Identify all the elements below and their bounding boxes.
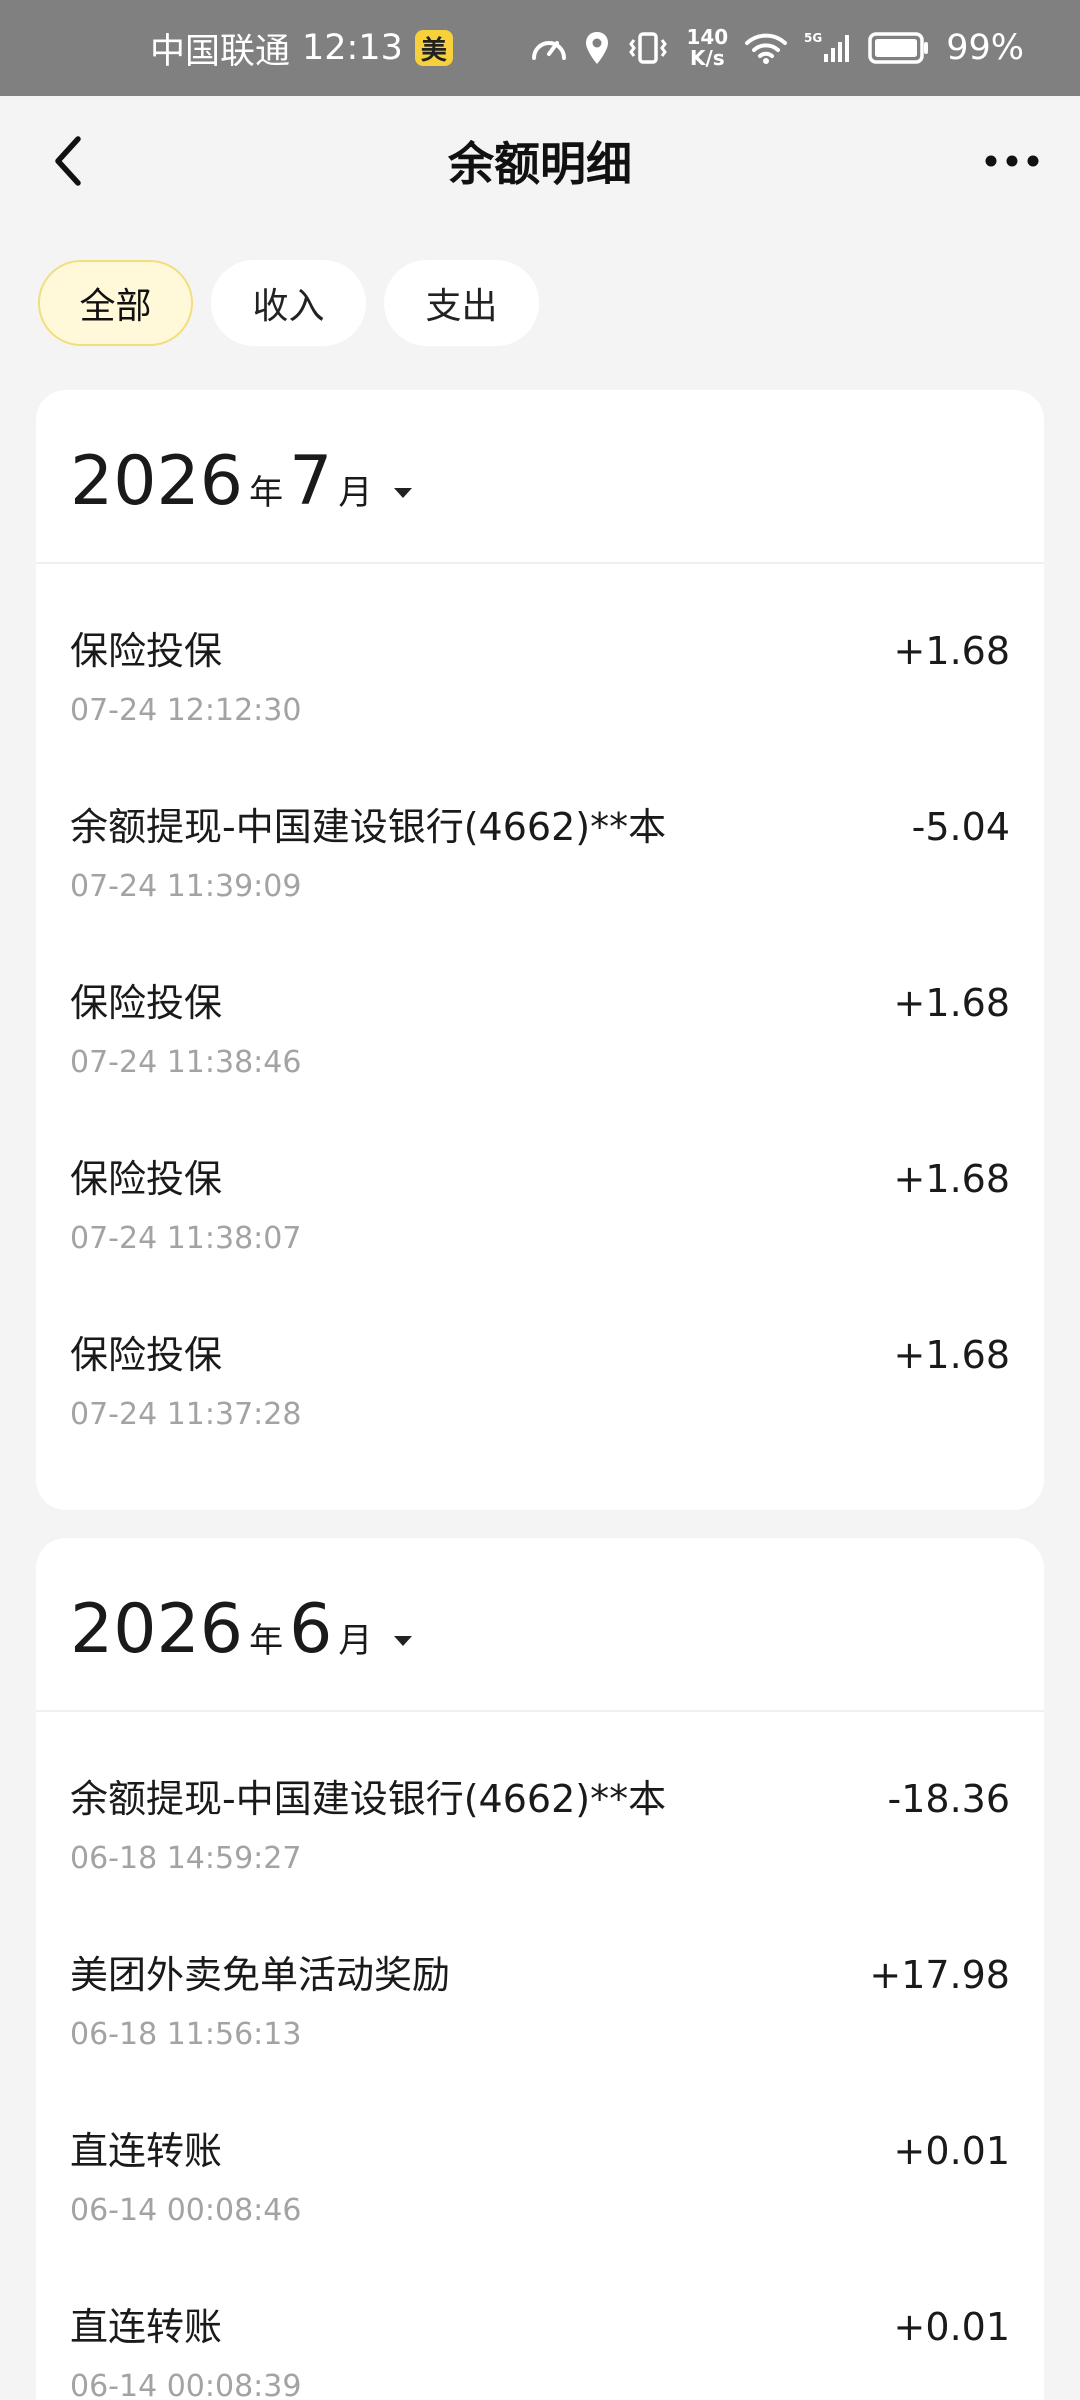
wifi-icon xyxy=(744,31,788,65)
back-button[interactable] xyxy=(38,131,98,191)
caret-down-icon xyxy=(392,1634,414,1648)
chevron-left-icon xyxy=(55,136,81,186)
transaction-amount: +0.01 xyxy=(893,2305,1010,2349)
transaction-row[interactable]: 保险投保 07-24 12:12:30 +1.68 xyxy=(36,604,1044,780)
transaction-amount: -5.04 xyxy=(911,805,1010,849)
transaction-title: 余额提现-中国建设银行(4662)**本 xyxy=(70,1777,667,1821)
month-selector[interactable]: 2026 年 7 月 xyxy=(36,390,1044,564)
transaction-title: 保险投保 xyxy=(70,981,223,1025)
transaction-time: 06-18 14:59:27 xyxy=(70,1841,302,1876)
battery-percent: 99% xyxy=(946,28,1024,68)
transaction-row[interactable]: 保险投保 07-24 11:38:46 +1.68 xyxy=(36,956,1044,1132)
year-unit: 年 xyxy=(249,1621,284,1661)
transaction-time: 07-24 12:12:30 xyxy=(70,693,302,728)
transaction-row[interactable]: 保险投保 07-24 11:38:07 +1.68 xyxy=(36,1132,1044,1308)
month-year: 2026 xyxy=(70,1590,244,1669)
status-left: 中国联通 12:13 美 xyxy=(150,23,453,74)
speedometer-icon xyxy=(530,30,568,66)
transaction-list: 余额提现-中国建设银行(4662)**本 06-18 14:59:27 -18.… xyxy=(36,1712,1044,2400)
transaction-title: 直连转账 xyxy=(70,2305,223,2349)
page-title: 余额明细 xyxy=(448,137,632,191)
transaction-row[interactable]: 美团外卖免单活动奖励 06-18 11:56:13 +17.98 xyxy=(36,1928,1044,2104)
tab-all-label: 全部 xyxy=(79,286,152,327)
status-bar: 中国联通 12:13 美 140 K/s 5G 99% xyxy=(0,0,1080,96)
transaction-amount: -18.36 xyxy=(887,1777,1011,1821)
network-speed-unit: K/s xyxy=(689,46,725,70)
tab-income[interactable]: 收入 xyxy=(211,260,366,346)
location-pin-icon xyxy=(584,30,610,66)
carrier-name: 中国联通 xyxy=(150,31,291,72)
transaction-amount: +1.68 xyxy=(893,981,1010,1025)
transaction-title: 保险投保 xyxy=(70,1333,223,1377)
nav-bar: 余额明细 xyxy=(0,96,1080,226)
transaction-title: 直连转账 xyxy=(70,2129,223,2173)
transaction-time: 07-24 11:38:07 xyxy=(70,1221,302,1256)
transaction-title: 保险投保 xyxy=(70,1157,223,1201)
transaction-time: 07-24 11:39:09 xyxy=(70,869,302,904)
more-horizontal-icon xyxy=(985,155,1039,167)
transaction-row[interactable]: 余额提现-中国建设银行(4662)**本 06-18 14:59:27 -18.… xyxy=(36,1752,1044,1928)
transaction-amount: +1.68 xyxy=(893,1333,1010,1377)
network-speed-value: 140 xyxy=(686,25,729,49)
transaction-row[interactable]: 直连转账 06-14 00:08:39 +0.01 xyxy=(36,2280,1044,2400)
tab-expense[interactable]: 支出 xyxy=(384,260,539,346)
battery-icon xyxy=(868,31,930,65)
network-speed: 140 K/s xyxy=(686,27,728,69)
transaction-amount: +17.98 xyxy=(869,1953,1010,1997)
month-number: 7 xyxy=(289,442,333,521)
status-time: 12:13 xyxy=(302,28,403,68)
transaction-amount: +0.01 xyxy=(893,2129,1010,2173)
year-unit: 年 xyxy=(249,473,284,513)
month-card: 2026 年 7 月 保险投保 07-24 12:12:30 +1.68 余额提… xyxy=(36,390,1044,1510)
transaction-time: 07-24 11:38:46 xyxy=(70,1045,302,1080)
month-selector[interactable]: 2026 年 6 月 xyxy=(36,1538,1044,1712)
tab-all[interactable]: 全部 xyxy=(38,260,193,346)
transaction-time: 06-14 00:08:46 xyxy=(70,2193,302,2228)
transaction-title: 保险投保 xyxy=(70,629,223,673)
month-unit: 月 xyxy=(338,473,373,513)
meituan-badge-icon: 美 xyxy=(414,30,453,66)
transaction-time: 07-24 11:37:28 xyxy=(70,1397,302,1432)
tab-expense-label: 支出 xyxy=(425,286,498,327)
filter-tabs: 全部 收入 支出 xyxy=(0,226,1080,346)
transaction-time: 06-18 11:56:13 xyxy=(70,2017,302,2052)
month-number: 6 xyxy=(289,1590,333,1669)
transaction-time: 06-14 00:08:39 xyxy=(70,2369,302,2400)
vibrate-icon xyxy=(626,30,670,66)
transaction-title: 余额提现-中国建设银行(4662)**本 xyxy=(70,805,667,849)
transaction-row[interactable]: 保险投保 07-24 11:37:28 +1.68 xyxy=(36,1308,1044,1484)
transaction-list: 保险投保 07-24 12:12:30 +1.68 余额提现-中国建设银行(46… xyxy=(36,564,1044,1510)
signal-5g-icon: 5G xyxy=(804,30,852,66)
transaction-amount: +1.68 xyxy=(893,629,1010,673)
status-right: 140 K/s 5G 99% xyxy=(530,27,1024,69)
signal-network-label: 5G xyxy=(804,31,822,45)
transaction-row[interactable]: 余额提现-中国建设银行(4662)**本 07-24 11:39:09 -5.0… xyxy=(36,780,1044,956)
month-year: 2026 xyxy=(70,442,244,521)
more-button[interactable] xyxy=(982,131,1042,191)
month-unit: 月 xyxy=(338,1621,373,1661)
month-card: 2026 年 6 月 余额提现-中国建设银行(4662)**本 06-18 14… xyxy=(36,1538,1044,2400)
tab-income-label: 收入 xyxy=(252,286,325,327)
transaction-row[interactable]: 直连转账 06-14 00:08:46 +0.01 xyxy=(36,2104,1044,2280)
transaction-amount: +1.68 xyxy=(893,1157,1010,1201)
caret-down-icon xyxy=(392,486,414,500)
